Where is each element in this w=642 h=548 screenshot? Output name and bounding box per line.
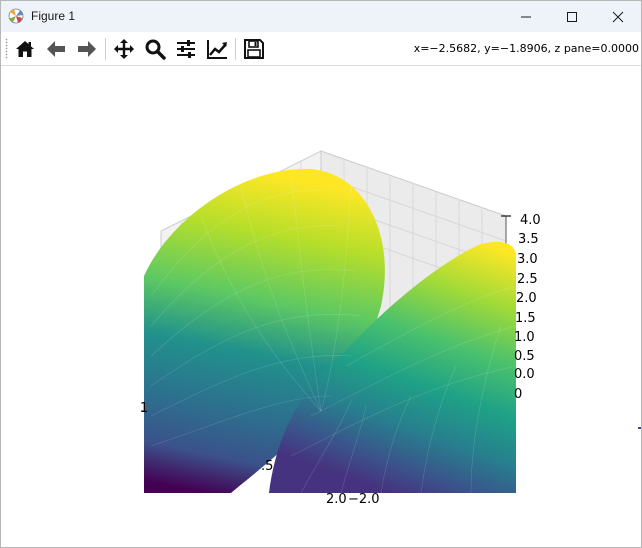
z-tick-label: 1.5 bbox=[515, 311, 536, 326]
z-tick-label: 2.0 bbox=[516, 291, 537, 306]
configure-subplots-button[interactable] bbox=[173, 36, 199, 62]
surface-plot bbox=[141, 150, 516, 493]
edit-axis-button[interactable] bbox=[204, 36, 230, 62]
zoom-button[interactable] bbox=[142, 36, 168, 62]
z-tick-label: 0.5 bbox=[514, 349, 535, 364]
toolbar-grip[interactable] bbox=[5, 38, 8, 60]
move-icon bbox=[114, 39, 134, 59]
home-icon bbox=[16, 41, 34, 57]
floppy-disk-icon bbox=[244, 39, 264, 59]
sliders-icon bbox=[177, 40, 195, 58]
z-tick-label: 1.0 bbox=[514, 330, 535, 345]
minimize-button[interactable] bbox=[503, 1, 549, 32]
edge-mark bbox=[638, 427, 641, 429]
pan-button[interactable] bbox=[111, 36, 137, 62]
line-chart-icon bbox=[207, 40, 227, 59]
plot-canvas[interactable]: 4.0 3.5 3.0 2.5 2.0 1.5 1.0 0.5 0.0 0 2.… bbox=[1, 66, 641, 547]
x-tick-label: −2.0 bbox=[348, 492, 380, 507]
z-tick-label: 4.0 bbox=[520, 213, 541, 228]
back-button[interactable] bbox=[43, 36, 69, 62]
partial-tick-label: 1 bbox=[140, 401, 149, 416]
maximize-button[interactable] bbox=[549, 1, 595, 32]
z-tick-label: 2.5 bbox=[517, 272, 538, 287]
navigation-toolbar: x=−2.5682, y=−1.8906, z pane=0.0000 bbox=[1, 32, 641, 66]
partial-tick-label: .5 bbox=[261, 459, 274, 474]
title-bar: Figure 1 bbox=[1, 1, 641, 32]
close-button[interactable] bbox=[595, 1, 641, 32]
arrow-left-icon bbox=[47, 41, 65, 57]
z-tick-label: 0.0 bbox=[514, 367, 535, 382]
home-button[interactable] bbox=[12, 36, 38, 62]
cursor-coordinates: x=−2.5682, y=−1.8906, z pane=0.0000 bbox=[413, 42, 639, 55]
toolbar-separator bbox=[235, 38, 236, 60]
figure-window: Figure 1 x=−2.5682, y=−1.8906, z pane=0.… bbox=[0, 0, 642, 548]
toolbar-separator bbox=[105, 38, 106, 60]
close-icon bbox=[612, 11, 624, 23]
minimize-icon bbox=[521, 16, 531, 18]
magnifier-icon bbox=[145, 39, 166, 60]
matplotlib-logo-icon bbox=[8, 8, 24, 24]
z-tick-label: 0 bbox=[514, 387, 523, 402]
maximize-icon bbox=[567, 12, 577, 22]
save-button[interactable] bbox=[241, 36, 267, 62]
z-tick-label: 3.5 bbox=[518, 232, 539, 247]
forward-button[interactable] bbox=[74, 36, 100, 62]
arrow-right-icon bbox=[78, 41, 96, 57]
y-tick-label: 2.0 bbox=[326, 492, 347, 507]
z-tick-label: 3.0 bbox=[517, 252, 538, 267]
window-title: Figure 1 bbox=[31, 9, 76, 23]
